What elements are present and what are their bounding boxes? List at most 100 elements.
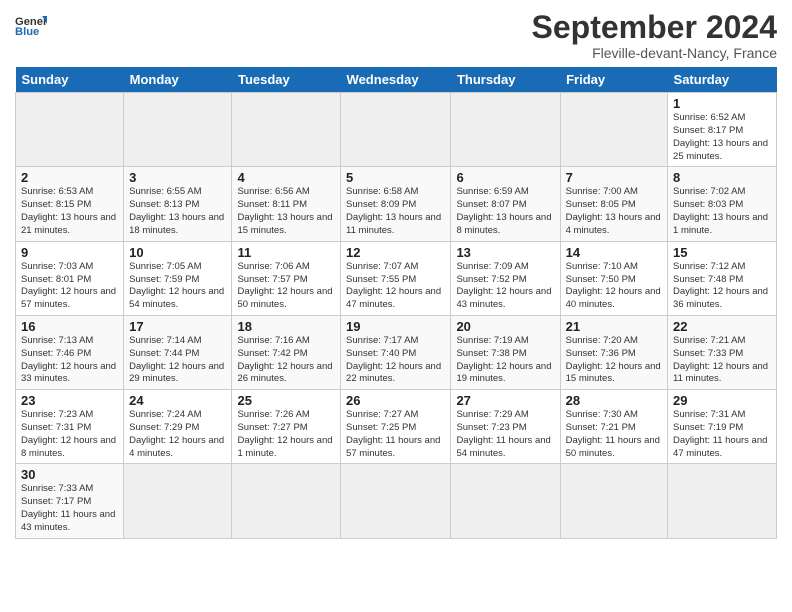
calendar-cell — [232, 93, 341, 167]
calendar-cell: 10 Sunrise: 7:05 AMSunset: 7:59 PMDaylig… — [124, 241, 232, 315]
day-number: 5 — [346, 170, 445, 185]
month-title: September 2024 — [532, 10, 777, 45]
day-info: Sunrise: 7:06 AMSunset: 7:57 PMDaylight:… — [237, 261, 332, 310]
day-info: Sunrise: 7:23 AMSunset: 7:31 PMDaylight:… — [21, 409, 116, 458]
calendar-cell — [451, 464, 560, 538]
day-number: 22 — [673, 319, 771, 334]
calendar-cell: 8 Sunrise: 7:02 AMSunset: 8:03 PMDayligh… — [668, 167, 777, 241]
calendar-cell — [341, 93, 451, 167]
day-info: Sunrise: 7:03 AMSunset: 8:01 PMDaylight:… — [21, 261, 116, 310]
calendar-cell: 3 Sunrise: 6:55 AMSunset: 8:13 PMDayligh… — [124, 167, 232, 241]
header-thursday: Thursday — [451, 67, 560, 93]
calendar-cell — [16, 93, 124, 167]
calendar-cell — [232, 464, 341, 538]
day-number: 8 — [673, 170, 771, 185]
day-number: 29 — [673, 393, 771, 408]
day-info: Sunrise: 7:20 AMSunset: 7:36 PMDaylight:… — [566, 335, 661, 384]
calendar-cell: 4 Sunrise: 6:56 AMSunset: 8:11 PMDayligh… — [232, 167, 341, 241]
calendar-cell: 23 Sunrise: 7:23 AMSunset: 7:31 PMDaylig… — [16, 390, 124, 464]
day-number: 26 — [346, 393, 445, 408]
day-number: 30 — [21, 467, 118, 482]
calendar-cell: 17 Sunrise: 7:14 AMSunset: 7:44 PMDaylig… — [124, 315, 232, 389]
day-number: 20 — [456, 319, 554, 334]
logo-svg: General Blue — [15, 10, 47, 46]
day-number: 6 — [456, 170, 554, 185]
day-info: Sunrise: 6:53 AMSunset: 8:15 PMDaylight:… — [21, 186, 116, 235]
calendar-cell: 29 Sunrise: 7:31 AMSunset: 7:19 PMDaylig… — [668, 390, 777, 464]
day-info: Sunrise: 7:33 AMSunset: 7:17 PMDaylight:… — [21, 483, 115, 532]
day-info: Sunrise: 6:52 AMSunset: 8:17 PMDaylight:… — [673, 112, 768, 161]
week-row-1: 2 Sunrise: 6:53 AMSunset: 8:15 PMDayligh… — [16, 167, 777, 241]
day-number: 3 — [129, 170, 226, 185]
day-info: Sunrise: 7:09 AMSunset: 7:52 PMDaylight:… — [456, 261, 551, 310]
calendar-cell — [341, 464, 451, 538]
location-subtitle: Fleville-devant-Nancy, France — [532, 45, 777, 61]
day-number: 28 — [566, 393, 662, 408]
week-row-4: 23 Sunrise: 7:23 AMSunset: 7:31 PMDaylig… — [16, 390, 777, 464]
day-number: 18 — [237, 319, 335, 334]
day-number: 14 — [566, 245, 662, 260]
day-info: Sunrise: 7:27 AMSunset: 7:25 PMDaylight:… — [346, 409, 440, 458]
calendar-cell — [560, 464, 667, 538]
page-container: General Blue September 2024 Fleville-dev… — [0, 0, 792, 549]
day-info: Sunrise: 7:24 AMSunset: 7:29 PMDaylight:… — [129, 409, 224, 458]
day-number: 1 — [673, 96, 771, 111]
day-info: Sunrise: 7:17 AMSunset: 7:40 PMDaylight:… — [346, 335, 441, 384]
calendar-cell: 16 Sunrise: 7:13 AMSunset: 7:46 PMDaylig… — [16, 315, 124, 389]
day-info: Sunrise: 7:14 AMSunset: 7:44 PMDaylight:… — [129, 335, 224, 384]
week-row-5: 30 Sunrise: 7:33 AMSunset: 7:17 PMDaylig… — [16, 464, 777, 538]
day-info: Sunrise: 7:00 AMSunset: 8:05 PMDaylight:… — [566, 186, 661, 235]
header-friday: Friday — [560, 67, 667, 93]
calendar-cell: 12 Sunrise: 7:07 AMSunset: 7:55 PMDaylig… — [341, 241, 451, 315]
day-number: 13 — [456, 245, 554, 260]
calendar-cell — [124, 93, 232, 167]
day-info: Sunrise: 6:55 AMSunset: 8:13 PMDaylight:… — [129, 186, 224, 235]
day-info: Sunrise: 7:05 AMSunset: 7:59 PMDaylight:… — [129, 261, 224, 310]
day-info: Sunrise: 7:29 AMSunset: 7:23 PMDaylight:… — [456, 409, 550, 458]
header-sunday: Sunday — [16, 67, 124, 93]
day-number: 10 — [129, 245, 226, 260]
day-info: Sunrise: 7:02 AMSunset: 8:03 PMDaylight:… — [673, 186, 768, 235]
calendar-cell: 2 Sunrise: 6:53 AMSunset: 8:15 PMDayligh… — [16, 167, 124, 241]
calendar-cell: 24 Sunrise: 7:24 AMSunset: 7:29 PMDaylig… — [124, 390, 232, 464]
day-number: 23 — [21, 393, 118, 408]
day-number: 15 — [673, 245, 771, 260]
header: General Blue September 2024 Fleville-dev… — [15, 10, 777, 61]
calendar-cell — [560, 93, 667, 167]
calendar-cell — [124, 464, 232, 538]
day-info: Sunrise: 7:07 AMSunset: 7:55 PMDaylight:… — [346, 261, 441, 310]
day-number: 24 — [129, 393, 226, 408]
calendar-cell: 15 Sunrise: 7:12 AMSunset: 7:48 PMDaylig… — [668, 241, 777, 315]
day-number: 16 — [21, 319, 118, 334]
calendar-cell: 26 Sunrise: 7:27 AMSunset: 7:25 PMDaylig… — [341, 390, 451, 464]
calendar-cell: 28 Sunrise: 7:30 AMSunset: 7:21 PMDaylig… — [560, 390, 667, 464]
title-block: September 2024 Fleville-devant-Nancy, Fr… — [532, 10, 777, 61]
day-info: Sunrise: 7:12 AMSunset: 7:48 PMDaylight:… — [673, 261, 768, 310]
header-tuesday: Tuesday — [232, 67, 341, 93]
calendar-cell: 25 Sunrise: 7:26 AMSunset: 7:27 PMDaylig… — [232, 390, 341, 464]
day-number: 2 — [21, 170, 118, 185]
day-number: 4 — [237, 170, 335, 185]
day-number: 27 — [456, 393, 554, 408]
calendar-cell: 21 Sunrise: 7:20 AMSunset: 7:36 PMDaylig… — [560, 315, 667, 389]
day-info: Sunrise: 7:21 AMSunset: 7:33 PMDaylight:… — [673, 335, 768, 384]
day-number: 11 — [237, 245, 335, 260]
calendar-cell: 22 Sunrise: 7:21 AMSunset: 7:33 PMDaylig… — [668, 315, 777, 389]
day-info: Sunrise: 7:13 AMSunset: 7:46 PMDaylight:… — [21, 335, 116, 384]
day-number: 12 — [346, 245, 445, 260]
week-row-0: 1 Sunrise: 6:52 AMSunset: 8:17 PMDayligh… — [16, 93, 777, 167]
header-monday: Monday — [124, 67, 232, 93]
calendar-cell: 13 Sunrise: 7:09 AMSunset: 7:52 PMDaylig… — [451, 241, 560, 315]
day-number: 9 — [21, 245, 118, 260]
day-number: 19 — [346, 319, 445, 334]
day-number: 25 — [237, 393, 335, 408]
day-info: Sunrise: 7:30 AMSunset: 7:21 PMDaylight:… — [566, 409, 660, 458]
calendar-table: SundayMondayTuesdayWednesdayThursdayFrid… — [15, 67, 777, 539]
day-info: Sunrise: 7:10 AMSunset: 7:50 PMDaylight:… — [566, 261, 661, 310]
calendar-cell: 18 Sunrise: 7:16 AMSunset: 7:42 PMDaylig… — [232, 315, 341, 389]
day-info: Sunrise: 7:31 AMSunset: 7:19 PMDaylight:… — [673, 409, 767, 458]
calendar-cell: 30 Sunrise: 7:33 AMSunset: 7:17 PMDaylig… — [16, 464, 124, 538]
header-saturday: Saturday — [668, 67, 777, 93]
calendar-cell: 27 Sunrise: 7:29 AMSunset: 7:23 PMDaylig… — [451, 390, 560, 464]
calendar-cell — [451, 93, 560, 167]
